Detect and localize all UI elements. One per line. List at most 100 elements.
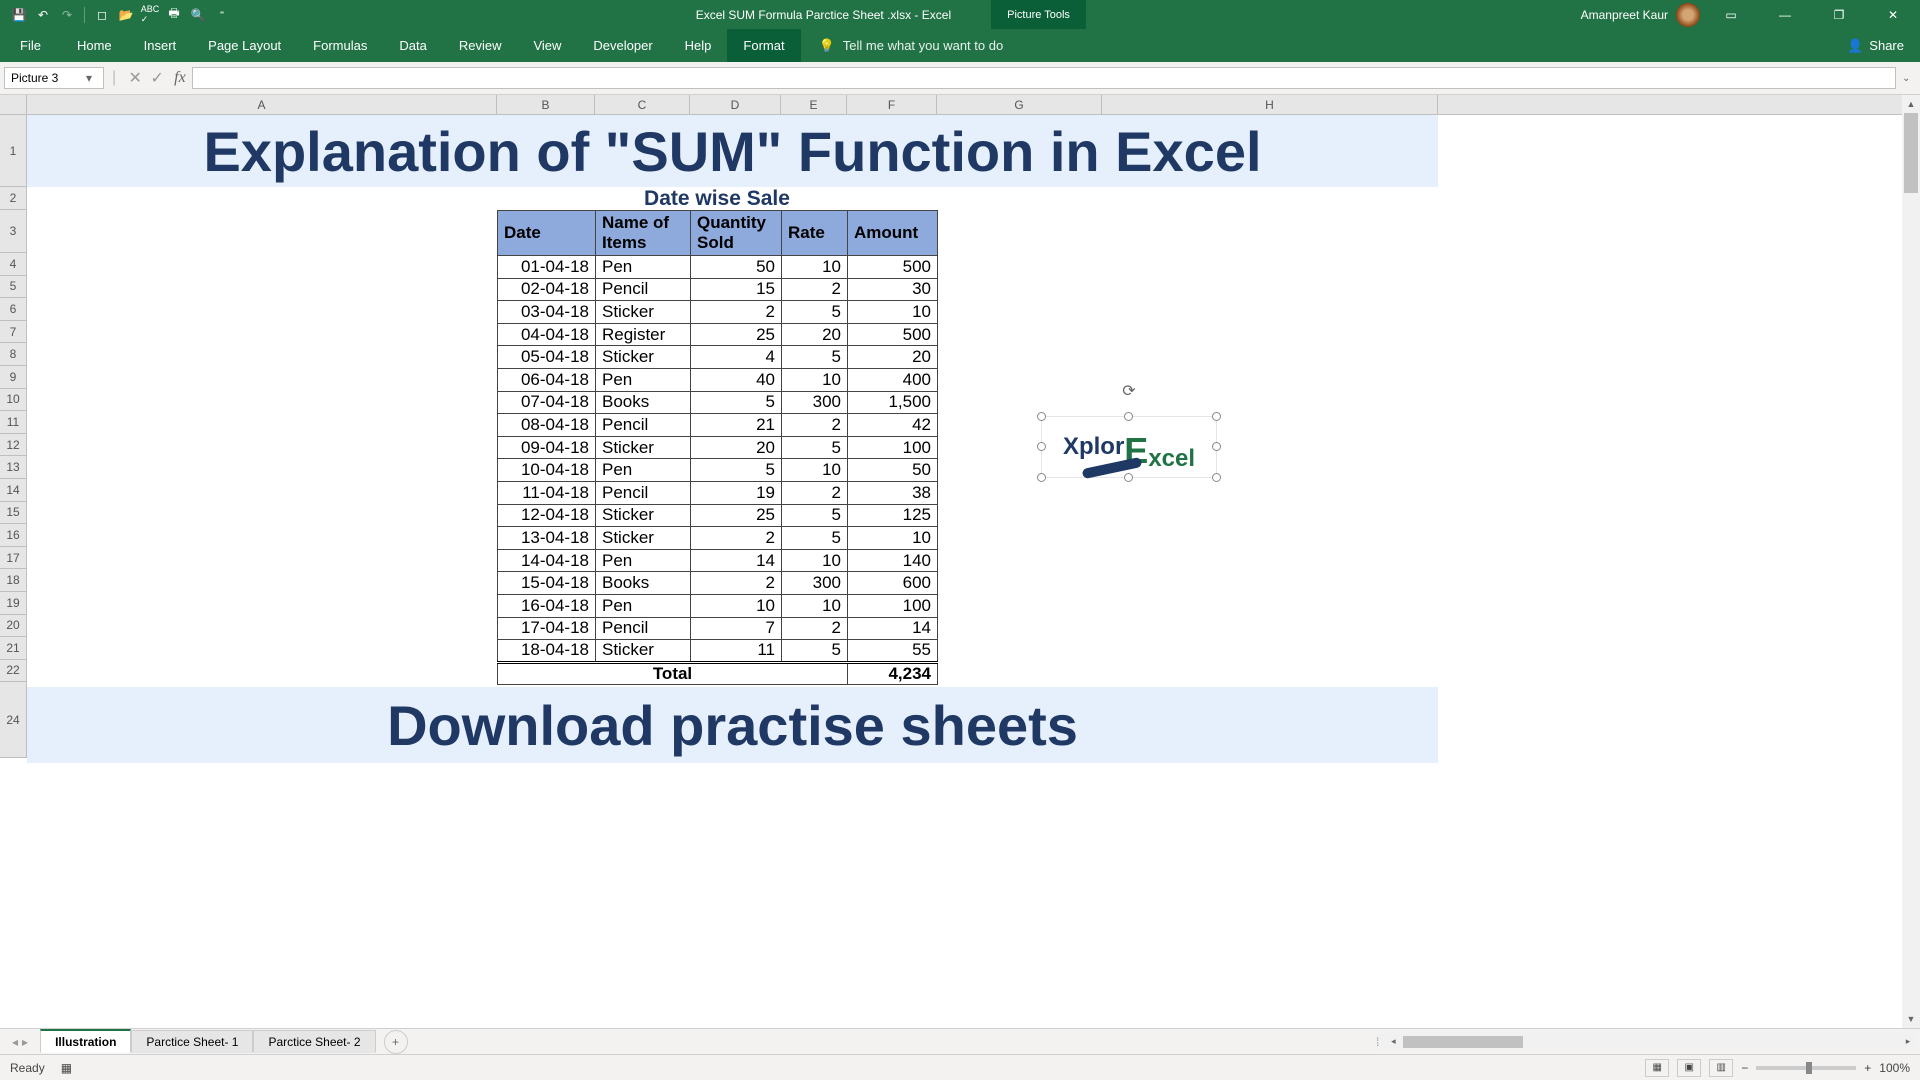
horizontal-scrollbar[interactable]: ⁞ ◂ ▸ <box>1376 1034 1916 1050</box>
redo-icon[interactable]: ↷ <box>56 4 78 26</box>
undo-icon[interactable]: ↶ <box>32 4 54 26</box>
row-header-17[interactable]: 17 <box>0 547 26 570</box>
table-cell[interactable]: 5 <box>782 436 848 459</box>
page-break-view-icon[interactable]: ▥ <box>1709 1059 1733 1077</box>
table-cell[interactable]: Pencil <box>596 278 691 301</box>
row-header-24[interactable]: 24 <box>0 682 26 758</box>
table-cell[interactable]: 03-04-18 <box>498 301 596 324</box>
table-cell[interactable]: 02-04-18 <box>498 278 596 301</box>
add-sheet-button[interactable]: + <box>384 1030 408 1054</box>
table-cell[interactable]: 30 <box>848 278 938 301</box>
open-icon[interactable]: 📂 <box>115 4 137 26</box>
spellcheck-icon[interactable]: ABC✓ <box>139 4 161 26</box>
table-cell[interactable]: 19 <box>691 481 782 504</box>
enter-formula-icon[interactable]: ✓ <box>146 67 168 89</box>
table-cell[interactable]: 40 <box>691 368 782 391</box>
preview-icon[interactable]: 🔍 <box>187 4 209 26</box>
table-cell[interactable]: 400 <box>848 368 938 391</box>
row-header-7[interactable]: 7 <box>0 321 26 344</box>
table-cell[interactable]: Sticker <box>596 527 691 550</box>
table-cell[interactable]: Books <box>596 572 691 595</box>
scroll-thumb[interactable] <box>1904 113 1918 193</box>
minimize-icon[interactable]: — <box>1762 0 1808 29</box>
row-header-18[interactable]: 18 <box>0 569 26 592</box>
table-cell[interactable]: Sticker <box>596 504 691 527</box>
name-box[interactable]: Picture 3 ▾ <box>4 67 104 89</box>
row-header-5[interactable]: 5 <box>0 276 26 299</box>
user-name[interactable]: Amanpreet Kaur <box>1581 8 1668 22</box>
table-cell[interactable]: 2 <box>691 572 782 595</box>
name-box-dropdown-icon[interactable]: ▾ <box>81 71 97 85</box>
table-cell[interactable]: 1,500 <box>848 391 938 414</box>
selected-picture[interactable]: ⟳ Xplor E xcel <box>1041 416 1217 478</box>
table-cell[interactable]: 15 <box>691 278 782 301</box>
table-cell[interactable]: 5 <box>782 527 848 550</box>
table-cell[interactable]: Pen <box>596 549 691 572</box>
table-cell[interactable]: 25 <box>691 323 782 346</box>
table-cell[interactable]: 20 <box>782 323 848 346</box>
sheet-nav[interactable]: ◂ ▸ <box>0 1035 40 1049</box>
user-avatar-icon[interactable] <box>1676 3 1700 27</box>
table-cell[interactable]: 140 <box>848 549 938 572</box>
table-cell[interactable]: 5 <box>782 640 848 663</box>
cells-area[interactable]: Explanation of "SUM" Function in Excel D… <box>27 115 1902 1028</box>
table-cell[interactable]: 15-04-18 <box>498 572 596 595</box>
table-cell[interactable]: Sticker <box>596 346 691 369</box>
table-cell[interactable]: 13-04-18 <box>498 527 596 550</box>
row-header-8[interactable]: 8 <box>0 343 26 366</box>
table-cell[interactable]: 14 <box>691 549 782 572</box>
col-header-C[interactable]: C <box>595 95 690 114</box>
tab-formulas[interactable]: Formulas <box>297 29 383 62</box>
table-cell[interactable]: Pen <box>596 256 691 279</box>
row-header-22[interactable]: 22 <box>0 660 26 683</box>
table-cell[interactable]: 10 <box>848 527 938 550</box>
table-cell[interactable]: 20 <box>691 436 782 459</box>
row-header-14[interactable]: 14 <box>0 479 26 502</box>
maximize-icon[interactable]: ❐ <box>1816 0 1862 29</box>
zoom-out-icon[interactable]: − <box>1741 1061 1748 1075</box>
table-cell[interactable]: 5 <box>691 391 782 414</box>
table-cell[interactable]: Pen <box>596 459 691 482</box>
col-header-A[interactable]: A <box>27 95 497 114</box>
fx-icon[interactable]: fx <box>174 69 186 87</box>
table-cell[interactable]: 17-04-18 <box>498 617 596 640</box>
col-header-B[interactable]: B <box>497 95 595 114</box>
table-cell[interactable]: 10 <box>782 459 848 482</box>
tab-format[interactable]: Format <box>727 29 800 62</box>
table-cell[interactable]: 500 <box>848 323 938 346</box>
tab-file[interactable]: File <box>0 29 61 62</box>
table-cell[interactable]: 100 <box>848 594 938 617</box>
table-cell[interactable]: 11 <box>691 640 782 663</box>
tab-page-layout[interactable]: Page Layout <box>192 29 297 62</box>
table-cell[interactable]: 100 <box>848 436 938 459</box>
table-cell[interactable]: 06-04-18 <box>498 368 596 391</box>
table-cell[interactable]: 20 <box>848 346 938 369</box>
row-header-3[interactable]: 3 <box>0 210 26 253</box>
row-header-4[interactable]: 4 <box>0 253 26 276</box>
expand-formula-bar-icon[interactable]: ⌄ <box>1902 73 1920 84</box>
tab-data[interactable]: Data <box>383 29 442 62</box>
table-cell[interactable]: 09-04-18 <box>498 436 596 459</box>
table-cell[interactable]: 07-04-18 <box>498 391 596 414</box>
zoom-slider[interactable] <box>1756 1066 1856 1070</box>
sheet-tab-illustration[interactable]: Illustration <box>40 1029 131 1053</box>
col-header-G[interactable]: G <box>937 95 1102 114</box>
select-all-corner[interactable] <box>0 95 27 114</box>
table-cell[interactable]: 2 <box>691 527 782 550</box>
row-header-9[interactable]: 9 <box>0 366 26 389</box>
zoom-level[interactable]: 100% <box>1879 1061 1910 1075</box>
table-cell[interactable]: 5 <box>782 301 848 324</box>
table-cell[interactable]: 2 <box>691 301 782 324</box>
row-header-12[interactable]: 12 <box>0 434 26 457</box>
h-scroll-thumb[interactable] <box>1403 1036 1523 1048</box>
new-icon[interactable]: ◻ <box>91 4 113 26</box>
quickprint-icon[interactable]: 🖶 <box>163 4 185 26</box>
tell-me-search[interactable]: 💡 Tell me what you want to do <box>801 29 1832 62</box>
table-cell[interactable]: 18-04-18 <box>498 640 596 663</box>
col-header-H[interactable]: H <box>1102 95 1438 114</box>
col-header-D[interactable]: D <box>690 95 781 114</box>
table-cell[interactable]: Pencil <box>596 481 691 504</box>
ribbon-options-icon[interactable]: ▭ <box>1708 0 1754 29</box>
normal-view-icon[interactable]: ▦ <box>1645 1059 1669 1077</box>
row-header-19[interactable]: 19 <box>0 592 26 615</box>
